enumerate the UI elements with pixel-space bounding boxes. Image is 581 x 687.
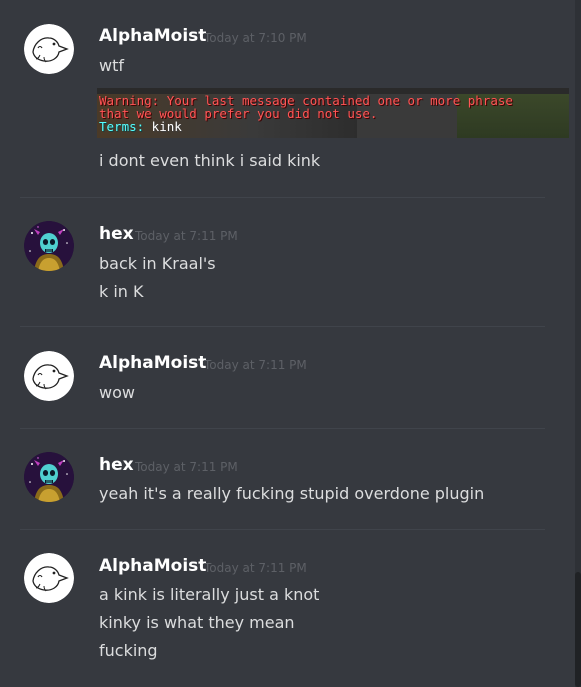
image-attachment[interactable]: Warning: Your last message contained one… [97,88,569,138]
message-text: yeah it's a really fucking stupid overdo… [99,484,485,503]
message-author[interactable]: AlphaMoist [99,353,206,373]
message-timestamp: Today at 7:10 PM [204,31,307,45]
terms-line: Terms: kink [99,120,182,133]
message-timestamp: Today at 7:11 PM [204,561,307,575]
duck-avatar-icon[interactable] [24,24,74,74]
message-text: k in K [99,282,144,301]
message-text: kinky is what they mean [99,613,295,632]
message-divider [20,326,545,327]
message-divider [20,529,545,530]
chat-message-list[interactable]: AlphaMoist Today at 7:10 PM wtf Warning:… [0,0,575,687]
skull-avatar-icon[interactable] [24,452,74,502]
message-author[interactable]: AlphaMoist [99,26,206,46]
skull-avatar-icon[interactable] [24,221,74,271]
terms-label: Terms: [99,119,145,134]
message-text: a kink is literally just a knot [99,585,320,604]
duck-avatar-icon[interactable] [24,351,74,401]
scrollbar-track[interactable] [575,0,581,687]
message-timestamp: Today at 7:11 PM [204,358,307,372]
message-text: i dont even think i said kink [99,151,321,170]
message-divider [20,428,545,429]
message-text: wtf [99,56,124,75]
message-timestamp: Today at 7:11 PM [135,229,238,243]
message-author[interactable]: hex [99,224,134,244]
duck-avatar-icon[interactable] [24,553,74,603]
message-divider [20,197,545,198]
terms-value: kink [144,119,182,134]
message-author[interactable]: hex [99,455,134,475]
message-timestamp: Today at 7:11 PM [135,460,238,474]
message-author[interactable]: AlphaMoist [99,556,206,576]
message-text: back in Kraal's [99,254,216,273]
message-text: fucking [99,641,158,660]
scrollbar-thumb[interactable] [575,572,581,687]
message-text: wow [99,383,135,402]
